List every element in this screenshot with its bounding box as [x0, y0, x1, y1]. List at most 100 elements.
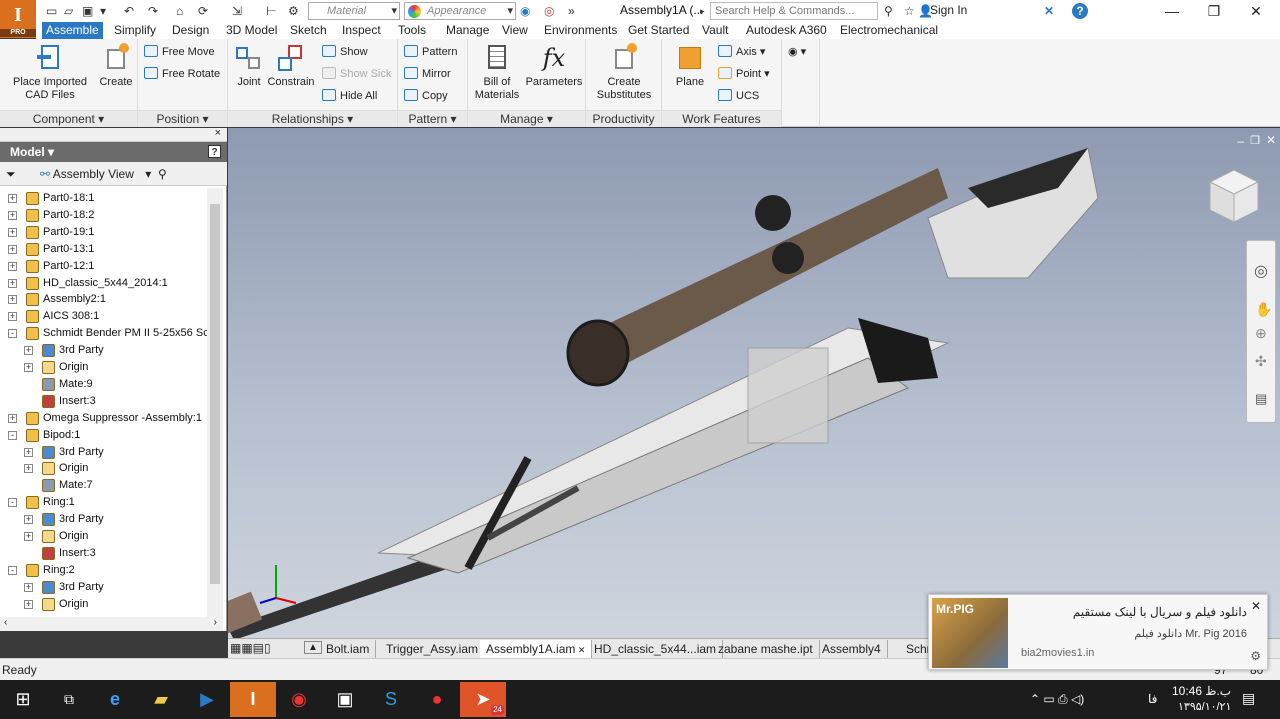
- open-file-icon[interactable]: ▱: [64, 3, 73, 19]
- tab-design[interactable]: Design: [168, 22, 213, 39]
- tree-item[interactable]: + Origin: [0, 596, 207, 613]
- doc-tab[interactable]: Trigger_Assy.iam: [380, 640, 486, 658]
- graphics-viewport[interactable]: – ❐ ✕: [228, 128, 1280, 638]
- inventor-taskbar-icon[interactable]: I: [230, 682, 276, 717]
- component-panel-title[interactable]: Component ▾: [0, 110, 137, 127]
- tree-item[interactable]: + Part0-18:1: [0, 190, 207, 207]
- pattern-button[interactable]: Pattern: [404, 45, 457, 60]
- tree-item[interactable]: Insert:3: [0, 393, 207, 410]
- viewport-restore-icon[interactable]: ❐: [1250, 134, 1260, 147]
- telegram-icon[interactable]: ➤ 24: [460, 682, 506, 717]
- expand-icon[interactable]: +: [24, 363, 33, 372]
- ucs-button[interactable]: UCS: [718, 89, 759, 104]
- create-component-button[interactable]: Create: [98, 43, 134, 89]
- tree-item[interactable]: + AICS 308:1: [0, 308, 207, 325]
- tree-item[interactable]: +3rd Party: [0, 342, 207, 359]
- tile-view-icons[interactable]: ▦▦▤▯: [230, 641, 271, 655]
- expand-icon[interactable]: +: [24, 346, 33, 356]
- material-combo[interactable]: Material ▾: [308, 2, 400, 20]
- tree-item[interactable]: + Origin: [0, 528, 207, 545]
- pan-icon[interactable]: ✋: [1255, 301, 1272, 318]
- expand-icon[interactable]: +: [8, 194, 17, 203]
- tree-item[interactable]: Mate:7: [0, 477, 207, 494]
- tab-vault[interactable]: Vault: [698, 22, 732, 39]
- save-icon[interactable]: ▣: [82, 3, 93, 19]
- update-icon[interactable]: ⟳: [198, 3, 208, 19]
- skype-icon[interactable]: S: [368, 682, 414, 717]
- scroll-right-icon[interactable]: ›: [214, 617, 217, 628]
- help-icon[interactable]: ?: [1072, 3, 1088, 19]
- file-explorer-icon[interactable]: ▰: [138, 682, 184, 717]
- axis-button[interactable]: Axis ▾: [718, 45, 765, 60]
- help-search-input[interactable]: Search Help & Commands...: [710, 2, 878, 20]
- zoom-icon[interactable]: ⊕: [1255, 325, 1267, 342]
- viewport-minimize-icon[interactable]: –: [1237, 134, 1244, 148]
- tree-item[interactable]: + Part0-19:1: [0, 224, 207, 241]
- doc-tab[interactable]: zabane mashe.ipt: [712, 640, 820, 658]
- close-browser-icon[interactable]: ×: [215, 127, 221, 139]
- tab-manage[interactable]: Manage: [442, 22, 493, 39]
- expand-icon[interactable]: +: [8, 244, 17, 254]
- binoculars-icon[interactable]: ⚲: [158, 162, 167, 186]
- chrome-icon[interactable]: ◉: [276, 682, 322, 717]
- tree-item[interactable]: + Part0-18:2: [0, 207, 207, 224]
- tree-item[interactable]: +3rd Party: [0, 579, 207, 596]
- sign-in-link[interactable]: Sign In: [930, 3, 967, 17]
- expand-icon[interactable]: +: [8, 413, 17, 423]
- tree-horizontal-scrollbar[interactable]: ‹ ›: [0, 617, 223, 631]
- overflow-icon[interactable]: »: [568, 3, 575, 19]
- hide-all-button[interactable]: Hide All: [322, 89, 377, 104]
- look-at-icon[interactable]: ▤: [1255, 391, 1267, 407]
- free-rotate-button[interactable]: Free Rotate: [144, 67, 220, 82]
- binoculars-icon[interactable]: ⚲: [884, 3, 893, 19]
- assembly-view-dropdown[interactable]: ⚯ Assembly View ▾: [40, 162, 151, 186]
- scroll-left-icon[interactable]: ‹: [4, 617, 7, 628]
- create-substitutes-button[interactable]: Create Substitutes: [590, 43, 658, 102]
- maximize-button[interactable]: ❐: [1192, 0, 1236, 22]
- expand-icon[interactable]: +: [8, 227, 17, 237]
- tree-item[interactable]: +3rd Party: [0, 511, 207, 528]
- tab-get-started[interactable]: Get Started: [624, 22, 693, 39]
- measure-icon[interactable]: ⊢: [266, 3, 276, 19]
- doc-tab[interactable]: Assembly4: [816, 640, 888, 658]
- task-view-icon[interactable]: ⧉: [46, 682, 92, 717]
- tab-assemble[interactable]: Assemble: [42, 22, 103, 39]
- tree-vertical-scrollbar[interactable]: [207, 188, 223, 618]
- tab-environments[interactable]: Environments: [540, 22, 621, 39]
- tree-item[interactable]: + HD_classic_5x44_2014:1: [0, 275, 207, 292]
- collapse-icon[interactable]: -: [8, 329, 17, 339]
- collapse-icon[interactable]: -: [8, 498, 17, 508]
- expand-icon[interactable]: +: [24, 464, 33, 474]
- tree-item[interactable]: + Assembly2:1: [0, 291, 207, 308]
- filter-icon[interactable]: ⏷: [6, 162, 16, 186]
- toast-notification[interactable]: Mr.PIG دانلود فیلم و سریال با لینک مستقی…: [928, 594, 1268, 670]
- bill-of-materials-button[interactable]: Bill of Materials: [470, 43, 524, 102]
- clock-date[interactable]: ۱۳۹۵/۱۰/۲۱: [1178, 700, 1231, 713]
- tab-view[interactable]: View: [498, 22, 532, 39]
- tray-icons[interactable]: ⌃ ▭ ⎙ ◁): [1030, 692, 1084, 707]
- tab-electromechanical[interactable]: Electromechanical: [836, 22, 942, 39]
- expand-icon[interactable]: +: [8, 295, 17, 305]
- position-panel-title[interactable]: Position ▾: [138, 110, 227, 127]
- collapse-icon[interactable]: -: [8, 565, 17, 575]
- new-file-icon[interactable]: ▭: [46, 3, 57, 19]
- relationships-panel-title[interactable]: Relationships ▾: [228, 110, 397, 127]
- undo-icon[interactable]: ↶: [124, 3, 134, 19]
- expand-icon[interactable]: +: [24, 599, 33, 609]
- expand-icon[interactable]: +: [8, 210, 17, 220]
- home-icon[interactable]: ⌂: [176, 3, 183, 19]
- orbit-icon[interactable]: ✣: [1255, 353, 1267, 370]
- scrollbar-thumb[interactable]: [210, 204, 220, 584]
- tree-item[interactable]: Mate:9: [0, 376, 207, 393]
- close-button[interactable]: ✕: [1234, 0, 1278, 22]
- show-button[interactable]: Show: [322, 45, 368, 60]
- notif-close-icon[interactable]: ✕: [1251, 599, 1261, 613]
- tree-item[interactable]: + Origin: [0, 460, 207, 477]
- tree-item[interactable]: - Bipod:1: [0, 427, 207, 444]
- tree-item[interactable]: + Part0-12:1: [0, 258, 207, 275]
- star-icon[interactable]: ☆: [904, 3, 915, 19]
- minimize-button[interactable]: —: [1150, 0, 1194, 22]
- parameters-button[interactable]: fx Parameters: [524, 43, 584, 89]
- expand-icon[interactable]: +: [8, 261, 17, 271]
- tree-item[interactable]: + Part0-13:1: [0, 241, 207, 258]
